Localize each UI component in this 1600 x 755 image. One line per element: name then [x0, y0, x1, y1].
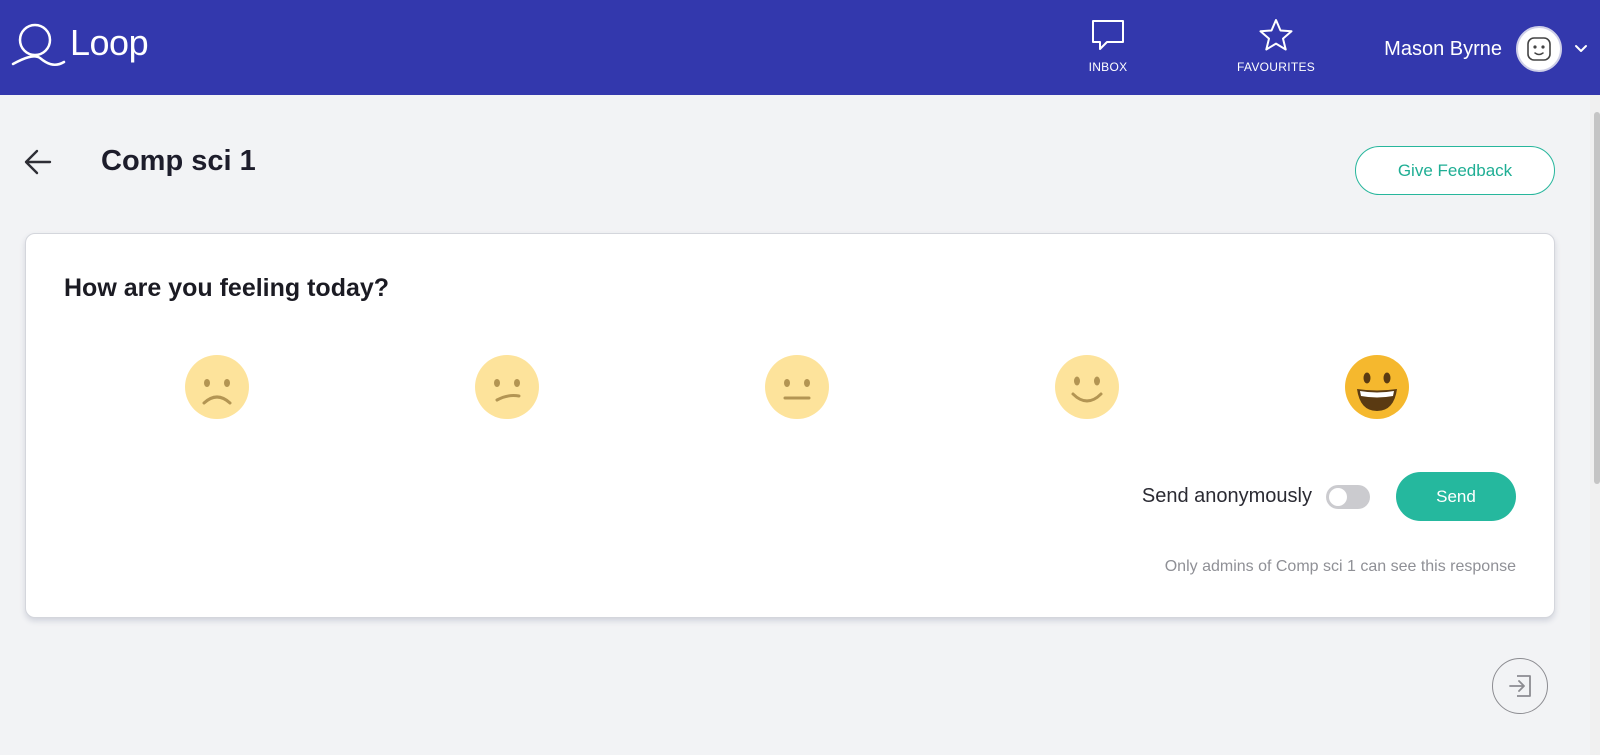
- avatar[interactable]: [1516, 26, 1562, 72]
- chat-bubble-icon: [1092, 20, 1124, 50]
- loop-logo-icon: [11, 23, 66, 66]
- top-bar: Loop INBOX FAVOURITES Mason Byrne: [0, 0, 1600, 95]
- toggle-knob: [1329, 487, 1347, 506]
- exit-icon: [1509, 675, 1531, 697]
- happy-face-icon: [1055, 355, 1119, 419]
- logo[interactable]: Loop: [10, 18, 149, 74]
- page-title: Comp sci 1: [101, 145, 256, 177]
- mood-happy[interactable]: [1054, 354, 1120, 420]
- survey-question: How are you feeling today?: [64, 274, 390, 302]
- mood-sad[interactable]: [474, 354, 540, 420]
- mood-neutral[interactable]: [764, 354, 830, 420]
- user-menu[interactable]: Mason Byrne: [1384, 26, 1588, 72]
- very-sad-face-icon: [185, 355, 249, 419]
- very-happy-face-icon: [1345, 355, 1409, 419]
- send-button[interactable]: Send: [1396, 472, 1516, 521]
- chevron-down-icon[interactable]: [1574, 44, 1588, 54]
- logo-text: Loop: [70, 22, 149, 63]
- neutral-face-icon: [765, 355, 829, 419]
- scrollbar-thumb[interactable]: [1594, 112, 1600, 484]
- send-anonymously-toggle[interactable]: [1326, 484, 1370, 509]
- star-icon: [1259, 19, 1293, 51]
- mood-very-sad[interactable]: [184, 354, 250, 420]
- nav-inbox[interactable]: INBOX: [1068, 18, 1148, 74]
- nav-favourites-label: FAVOURITES: [1236, 60, 1316, 74]
- give-feedback-button[interactable]: Give Feedback: [1355, 146, 1555, 195]
- privacy-note: Only admins of Comp sci 1 can see this r…: [1164, 558, 1516, 575]
- send-row: Send anonymously Send: [1142, 472, 1516, 521]
- nav-favourites[interactable]: FAVOURITES: [1221, 18, 1331, 74]
- sad-face-icon: [475, 355, 539, 419]
- arrow-left-icon: [24, 149, 52, 175]
- nav-inbox-label: INBOX: [1088, 60, 1128, 74]
- mood-very-happy[interactable]: [1344, 354, 1410, 420]
- exit-button[interactable]: [1492, 658, 1548, 714]
- user-name: Mason Byrne: [1384, 37, 1502, 60]
- mood-options: [26, 354, 1554, 420]
- robot-face-icon: [1527, 37, 1551, 61]
- back-button[interactable]: [22, 146, 54, 178]
- mood-survey-card: How are you feeling today? Send anonymou…: [25, 233, 1555, 618]
- send-anonymously-label: Send anonymously: [1141, 485, 1312, 507]
